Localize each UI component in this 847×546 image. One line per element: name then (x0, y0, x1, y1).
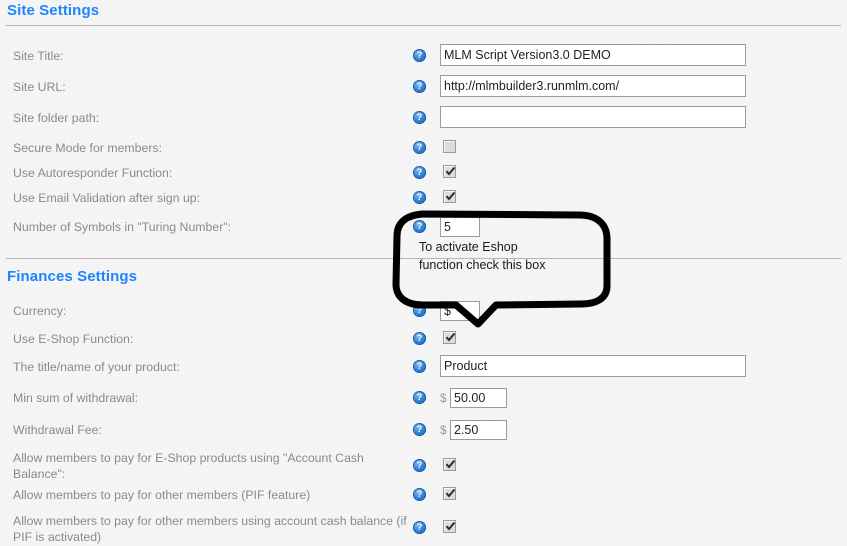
help-icon-site-title[interactable]: ? (413, 49, 426, 62)
label-pif-cash-balance: Allow members to pay for other members u… (13, 513, 413, 545)
label-use-eshop: Use E-Shop Function: (13, 331, 403, 347)
help-icon-pif-cash-balance[interactable]: ? (413, 521, 426, 534)
help-icon-withdrawal-fee[interactable]: ? (413, 423, 426, 436)
checkbox-autoresponder[interactable] (443, 165, 456, 178)
page-title: Site Settings (7, 2, 99, 19)
field-row-withdrawal-fee: Withdrawal Fee: ? $ (0, 420, 847, 442)
field-row-pif-feature: Allow members to pay for other members (… (0, 487, 847, 507)
input-site-url[interactable] (440, 75, 746, 97)
label-site-title: Site Title: (13, 48, 403, 64)
annotation-line-1: To activate Eshop (419, 238, 599, 256)
field-row-product-title: The title/name of your product: ? (0, 355, 847, 381)
label-pay-eshop-cash-balance: Allow members to pay for E-Shop products… (13, 450, 403, 482)
field-row-pay-eshop-cash-balance: Allow members to pay for E-Shop products… (0, 450, 847, 482)
label-site-url: Site URL: (13, 79, 403, 95)
currency-symbol-withdrawal-fee: $ (440, 420, 447, 440)
input-site-title[interactable] (440, 44, 746, 66)
label-product-title: The title/name of your product: (13, 359, 403, 375)
input-currency[interactable] (440, 301, 480, 321)
input-withdrawal-fee[interactable] (450, 420, 507, 440)
checkbox-email-validation[interactable] (443, 190, 456, 203)
help-icon-pif-feature[interactable]: ? (413, 488, 426, 501)
input-site-folder-path[interactable] (440, 106, 746, 128)
help-icon-turing-number[interactable]: ? (413, 220, 426, 233)
label-min-withdrawal: Min sum of withdrawal: (13, 390, 403, 406)
label-secure-mode: Secure Mode for members: (13, 140, 403, 156)
help-icon-currency[interactable]: ? (413, 304, 426, 317)
checkbox-use-eshop[interactable] (443, 331, 456, 344)
site-settings-page: Site Settings Site Title: ? Site URL: ? … (0, 0, 847, 546)
field-row-pif-cash-balance: Allow members to pay for other members u… (0, 513, 847, 545)
section-title-finances: Finances Settings (7, 268, 137, 285)
label-turing-number: Number of Symbols in "Turing Number": (13, 219, 403, 235)
label-withdrawal-fee: Withdrawal Fee: (13, 422, 403, 438)
currency-symbol-min-withdrawal: $ (440, 388, 447, 408)
label-currency: Currency: (13, 303, 403, 319)
field-row-currency: Currency: ? (0, 301, 847, 323)
input-min-withdrawal[interactable] (450, 388, 507, 408)
label-email-validation: Use Email Validation after sign up: (13, 190, 403, 206)
help-icon-product-title[interactable]: ? (413, 360, 426, 373)
help-icon-site-url[interactable]: ? (413, 80, 426, 93)
help-icon-pay-eshop-cash-balance[interactable]: ? (413, 459, 426, 472)
field-row-autoresponder: Use Autoresponder Function: ? (0, 165, 847, 185)
label-pif-feature: Allow members to pay for other members (… (13, 487, 403, 503)
checkbox-secure-mode[interactable] (443, 140, 456, 153)
checkbox-pif-cash-balance[interactable] (443, 520, 456, 533)
field-row-site-url: Site URL: ? (0, 75, 847, 101)
field-row-secure-mode: Secure Mode for members: ? (0, 140, 847, 160)
label-site-folder-path: Site folder path: (13, 110, 403, 126)
input-turing-number[interactable] (440, 217, 480, 237)
input-product-title[interactable] (440, 355, 746, 377)
help-icon-min-withdrawal[interactable]: ? (413, 391, 426, 404)
checkbox-pif-feature[interactable] (443, 487, 456, 500)
field-row-site-title: Site Title: ? (0, 44, 847, 70)
annotation-line-2: function check this box (419, 256, 599, 274)
help-icon-site-folder-path[interactable]: ? (413, 111, 426, 124)
help-icon-email-validation[interactable]: ? (413, 191, 426, 204)
checkbox-pay-eshop-cash-balance[interactable] (443, 458, 456, 471)
field-row-use-eshop: Use E-Shop Function: ? (0, 331, 847, 351)
field-row-site-folder-path: Site folder path: ? (0, 106, 847, 132)
help-icon-secure-mode[interactable]: ? (413, 141, 426, 154)
section-divider-top (6, 25, 841, 26)
field-row-turing-number: Number of Symbols in "Turing Number": ? (0, 217, 847, 239)
help-icon-use-eshop[interactable]: ? (413, 332, 426, 345)
field-row-min-withdrawal: Min sum of withdrawal: ? $ (0, 388, 847, 410)
label-autoresponder: Use Autoresponder Function: (13, 165, 403, 181)
field-row-email-validation: Use Email Validation after sign up: ? (0, 190, 847, 210)
annotation-callout-text: To activate Eshop function check this bo… (419, 238, 599, 274)
help-icon-autoresponder[interactable]: ? (413, 166, 426, 179)
